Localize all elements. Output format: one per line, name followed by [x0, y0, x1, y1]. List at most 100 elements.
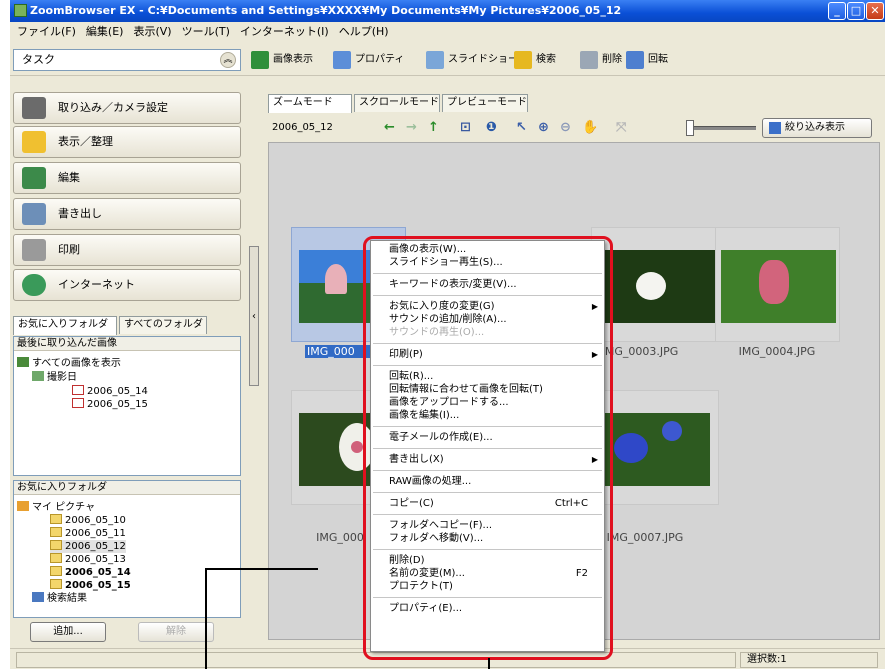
properties-icon — [333, 51, 351, 69]
nav-print[interactable]: 印刷 — [13, 234, 241, 266]
thumbnail-card[interactable] — [715, 227, 840, 342]
menu-file[interactable]: ファイル(F) — [12, 22, 81, 42]
date-icon — [72, 385, 84, 395]
nav-internet[interactable]: インターネット — [13, 269, 241, 301]
nav-label: 取り込み／カメラ設定 — [58, 101, 168, 114]
menu-tools[interactable]: ツール(T) — [177, 22, 235, 42]
tree-item-folder[interactable]: 2006_05_13 — [50, 553, 126, 566]
tab-favorites[interactable]: お気に入りフォルダ — [13, 316, 117, 335]
nav-import-camera[interactable]: 取り込み／カメラ設定 — [13, 92, 241, 124]
slideshow-button[interactable]: スライドショー — [426, 48, 518, 72]
back-arrow-icon[interactable]: ← — [384, 121, 395, 135]
fit-icon[interactable]: ⤧ — [616, 121, 626, 135]
tree-item-shoot-date[interactable]: 撮影日 — [32, 371, 77, 384]
rotate-icon — [626, 51, 644, 69]
view-toolbar: 2006_05_12 ← → ↑ ⊡ ❶ ↖ ⊕ ⊖ ✋ ⤧ 絞り込み表示 — [266, 114, 882, 142]
tree-item-folder-selected[interactable]: 2006_05_12 — [50, 540, 126, 553]
tree-item-folder[interactable]: 2006_05_14 — [50, 566, 131, 579]
info-icon[interactable]: ❶ — [486, 121, 497, 135]
tree-item-date[interactable]: 2006_05_14 — [72, 385, 148, 398]
tree-item-folder[interactable]: 2006_05_11 — [50, 527, 126, 540]
folder-icon — [50, 553, 62, 563]
search-button[interactable]: 検索 — [514, 48, 556, 72]
zoom-slider-track[interactable] — [694, 126, 756, 130]
export-icon — [22, 203, 46, 225]
pointer-icon[interactable]: ↖ — [516, 121, 527, 135]
nav-label: インターネット — [58, 278, 135, 291]
date-icon — [72, 398, 84, 408]
calendar-icon — [32, 371, 44, 381]
tree-item-date[interactable]: 2006_05_15 — [72, 398, 148, 411]
add-favorite-button[interactable]: 追加... — [30, 622, 106, 642]
nav-view-organize[interactable]: 表示／整理 — [13, 126, 241, 158]
chevron-up-icon[interactable]: ︽ — [220, 52, 236, 68]
image-view-button[interactable]: 画像表示 — [251, 48, 313, 72]
delete-label: 削除 — [602, 54, 622, 65]
app-icon — [14, 4, 27, 17]
folder-icon — [50, 540, 62, 550]
search-label: 検索 — [536, 54, 556, 65]
status-selection-count: 選択数:1 — [740, 652, 878, 668]
tab-all-folders[interactable]: すべてのフォルダ — [119, 316, 207, 334]
photo-red-leaves — [721, 250, 836, 323]
callout-leader-line — [205, 568, 207, 669]
globe-icon — [22, 274, 46, 296]
task-selector[interactable]: タスク ︽ — [13, 49, 241, 71]
zoom-out-icon[interactable]: ⊖ — [560, 121, 571, 135]
search-icon — [514, 51, 532, 69]
up-arrow-icon[interactable]: ↑ — [428, 121, 439, 135]
favorites-panel-title: お気に入りフォルダ — [14, 481, 240, 495]
edit-icon — [22, 167, 46, 189]
hand-icon[interactable]: ✋ — [582, 121, 598, 135]
zoom-in-icon[interactable]: ⊕ — [538, 121, 549, 135]
my-pictures-icon — [17, 501, 29, 511]
tree-item-folder[interactable]: 2006_05_10 — [50, 514, 126, 527]
folder-camera-icon — [50, 566, 62, 576]
folder-icon — [50, 527, 62, 537]
tree-label: 2006_05_15 — [65, 580, 131, 591]
tree-label: 2006_05_11 — [65, 528, 126, 539]
rotate-button[interactable]: 回転 — [626, 48, 668, 72]
title-bar[interactable]: ZoomBrowser EX - C:¥Documents and Settin… — [10, 0, 885, 22]
forward-arrow-icon[interactable]: → — [406, 121, 417, 135]
select-mode-icon[interactable]: ⊡ — [460, 121, 471, 135]
task-label: タスク — [22, 53, 55, 66]
menu-help[interactable]: ヘルプ(H) — [334, 22, 394, 42]
tab-zoom-mode[interactable]: ズームモード — [268, 94, 352, 113]
tab-preview-mode[interactable]: プレビューモード — [442, 94, 528, 112]
nav-label: 編集 — [58, 171, 80, 184]
tree-item-my-pictures[interactable]: マイ ピクチャ — [17, 501, 95, 514]
camera-icon — [22, 97, 46, 119]
minimize-button[interactable]: _ — [828, 2, 846, 20]
tree-item-all-images[interactable]: すべての画像を表示 — [17, 357, 121, 370]
left-task-pane: 取り込み／カメラ設定 表示／整理 編集 書き出し 印刷 インターネット お気に入… — [10, 80, 247, 642]
menu-view[interactable]: 表示(V) — [128, 22, 176, 42]
zoom-slider-thumb[interactable] — [686, 120, 694, 136]
remove-favorite-button[interactable]: 解除 — [138, 622, 214, 642]
menu-internet[interactable]: インターネット(I) — [235, 22, 334, 42]
nav-label: 表示／整理 — [58, 135, 113, 148]
maximize-button[interactable]: □ — [847, 2, 865, 20]
tree-item-folder[interactable]: 2006_05_15 — [50, 579, 131, 592]
properties-button[interactable]: プロパティ — [333, 48, 404, 72]
slideshow-label: スライドショー — [448, 54, 518, 65]
thumbnail-caption: IMG_0004.JPG — [738, 345, 816, 358]
pane-collapse-handle[interactable]: ‹ — [249, 246, 259, 386]
menu-edit[interactable]: 編集(E) — [81, 22, 129, 42]
tree-label: 検索結果 — [47, 593, 87, 604]
nav-edit[interactable]: 編集 — [13, 162, 241, 194]
tree-item-search-results[interactable]: 検索結果 — [32, 592, 87, 605]
menu-bar: ファイル(F) 編集(E) 表示(V) ツール(T) インターネット(I) ヘルプ(H) — [10, 22, 885, 42]
nav-label: 印刷 — [58, 243, 80, 256]
tree-label: すべての画像を表示 — [32, 358, 121, 369]
window-title: ZoomBrowser EX - C:¥Documents and Settin… — [30, 4, 622, 17]
tree-label: 2006_05_12 — [65, 541, 126, 552]
delete-button[interactable]: 削除 — [580, 48, 622, 72]
nav-label: 書き出し — [58, 207, 102, 220]
close-button[interactable]: ✕ — [866, 2, 884, 20]
nav-export[interactable]: 書き出し — [13, 198, 241, 230]
filter-button[interactable]: 絞り込み表示 — [762, 118, 872, 138]
image-view-icon — [251, 51, 269, 69]
tab-scroll-mode[interactable]: スクロールモード — [354, 94, 440, 112]
slideshow-icon — [426, 51, 444, 69]
